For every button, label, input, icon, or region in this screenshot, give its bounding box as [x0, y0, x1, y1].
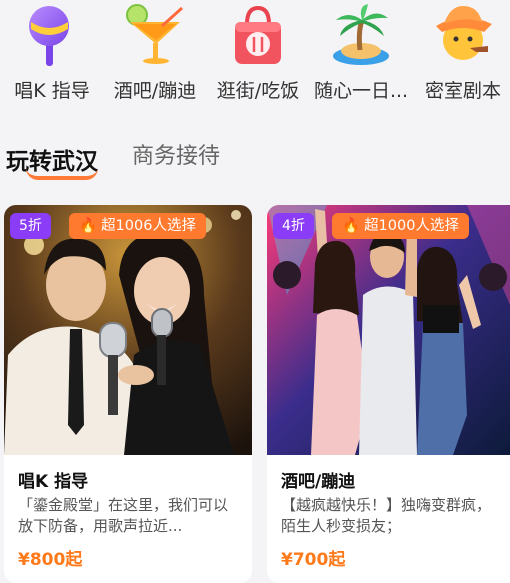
popularity-badge: 🔥 超1006人选择 — [69, 213, 206, 239]
active-tab-underline — [26, 168, 98, 180]
card-title: 唱K 指导 — [18, 472, 89, 492]
category-row: 唱K 指导 酒吧/蹦迪 逛街/吃饭 随心一日... 密室剧本 — [0, 0, 510, 112]
category-label: 密室剧本 — [424, 80, 501, 102]
category-day-trip[interactable]: 随心一日... — [306, 0, 416, 112]
popularity-text: 超1006人选择 — [101, 218, 196, 234]
card-description: 【越疯越快乐！】独嗨变群疯，陌生人秒变损友； — [281, 496, 492, 535]
card-title: 酒吧/蹦迪 — [281, 472, 356, 492]
flame-icon: 🔥 — [79, 218, 98, 234]
discount-badge: 4折 — [273, 213, 314, 239]
flame-icon: 🔥 — [342, 218, 361, 234]
popularity-badge: 🔥 超1000人选择 — [332, 213, 469, 239]
product-card-karaoke[interactable]: 5折 🔥 超1006人选择 唱K 指导 「鎏金殿堂」在这里，我们可以放下防备，用歌… — [4, 205, 252, 583]
card-price: ¥700起 — [281, 550, 346, 570]
category-label: 唱K 指导 — [14, 80, 90, 102]
tab-play-wuhan[interactable]: 玩转武汉 — [6, 142, 98, 180]
card-price: ¥800起 — [18, 550, 83, 570]
card-description: 「鎏金殿堂」在这里，我们可以放下防备，用歌声拉近... — [18, 496, 229, 535]
category-bar[interactable]: 酒吧/蹦迪 — [100, 0, 210, 112]
category-label: 酒吧/蹦迪 — [113, 80, 197, 102]
category-escape-room[interactable]: 密室剧本 — [408, 0, 510, 112]
karaoke-couple-photo — [4, 205, 252, 455]
category-karaoke[interactable]: 唱K 指导 — [0, 0, 107, 112]
microphone-icon — [29, 6, 69, 66]
category-label: 随心一日... — [313, 80, 409, 102]
discount-badge: 5折 — [10, 213, 51, 239]
shopping-bag-icon — [235, 5, 281, 64]
category-label: 逛街/吃饭 — [216, 80, 300, 102]
category-shopping[interactable]: 逛街/吃饭 — [203, 0, 313, 112]
tab-label: 商务接待 — [132, 144, 221, 169]
cocktail-icon — [126, 4, 184, 64]
popularity-text: 超1000人选择 — [364, 218, 459, 234]
nightclub-dance-photo — [267, 205, 510, 455]
tab-bar: 玩转武汉 商务接待 — [0, 128, 510, 188]
product-card-nightclub[interactable]: 4折 🔥 超1000人选择 酒吧/蹦迪 【越疯越快乐！】独嗨变群疯，陌生人秒变损友… — [267, 205, 510, 583]
detective-hat-icon — [436, 6, 492, 60]
tab-business-reception[interactable]: 商务接待 — [132, 138, 220, 170]
palm-island-icon — [333, 4, 389, 65]
